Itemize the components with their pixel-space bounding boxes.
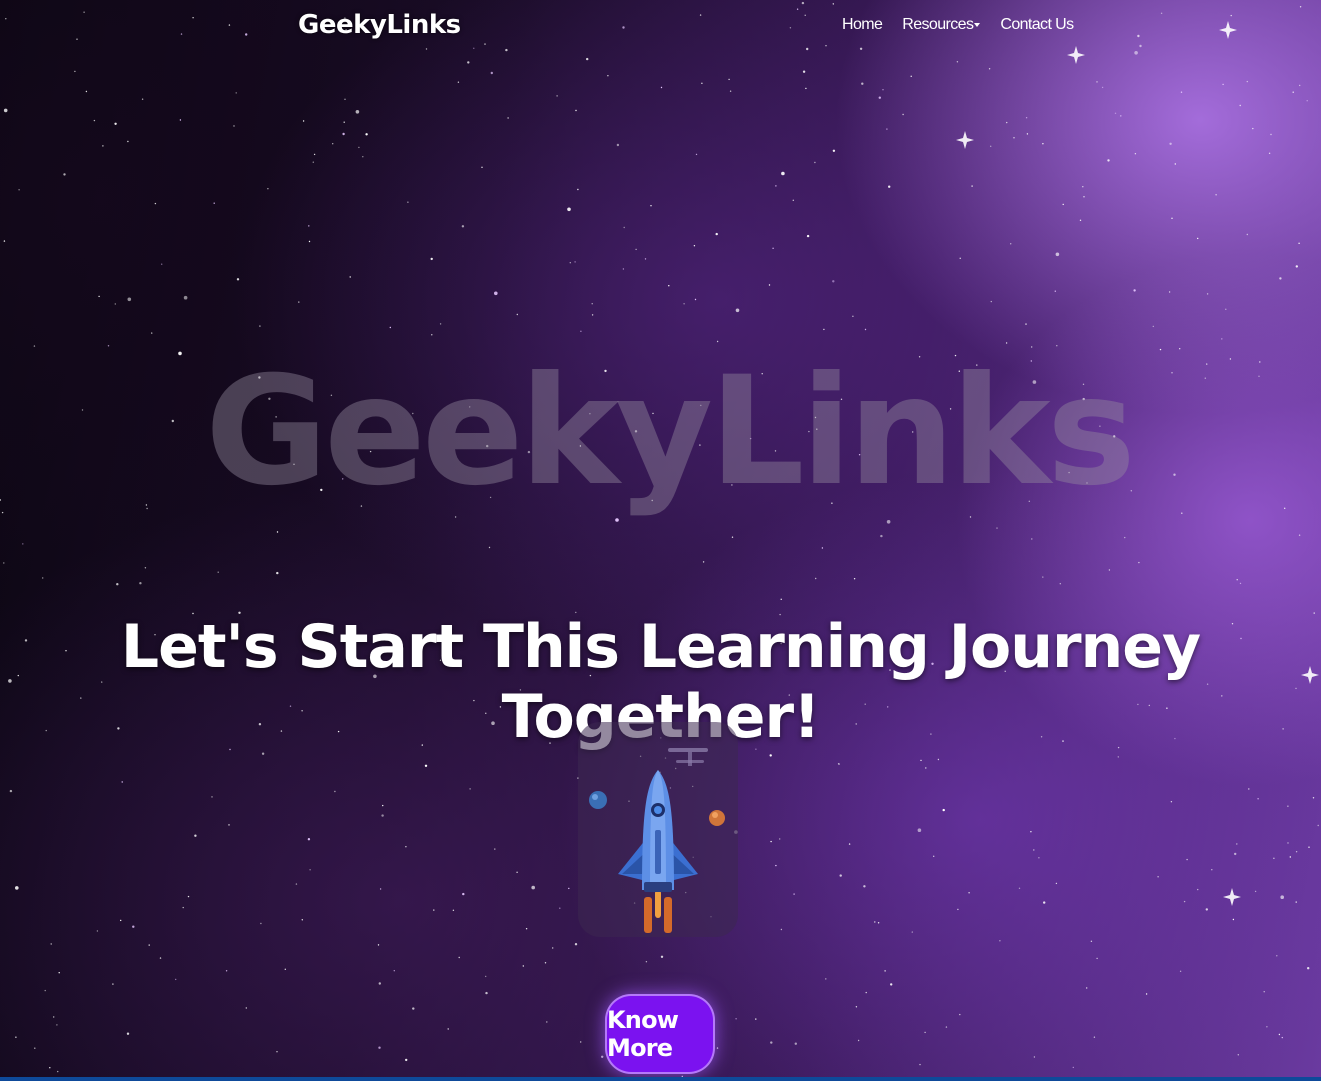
page-bottom-border	[0, 1077, 1321, 1081]
know-more-button[interactable]: Know More	[605, 994, 715, 1074]
main-nav: Home Resources Contact Us	[842, 16, 1074, 34]
nav-contact[interactable]: Contact Us	[1000, 16, 1074, 34]
rocket-illustration	[578, 722, 738, 937]
nav-resources-label: Resources	[902, 16, 974, 33]
nav-resources[interactable]: Resources	[902, 16, 981, 34]
hero-watermark: GeekyLinks	[205, 345, 1136, 519]
rocket-icon	[589, 748, 725, 933]
brand-logo[interactable]: GeekyLinks	[298, 10, 461, 40]
caret-down-icon	[974, 22, 981, 27]
nav-home[interactable]: Home	[842, 16, 883, 34]
